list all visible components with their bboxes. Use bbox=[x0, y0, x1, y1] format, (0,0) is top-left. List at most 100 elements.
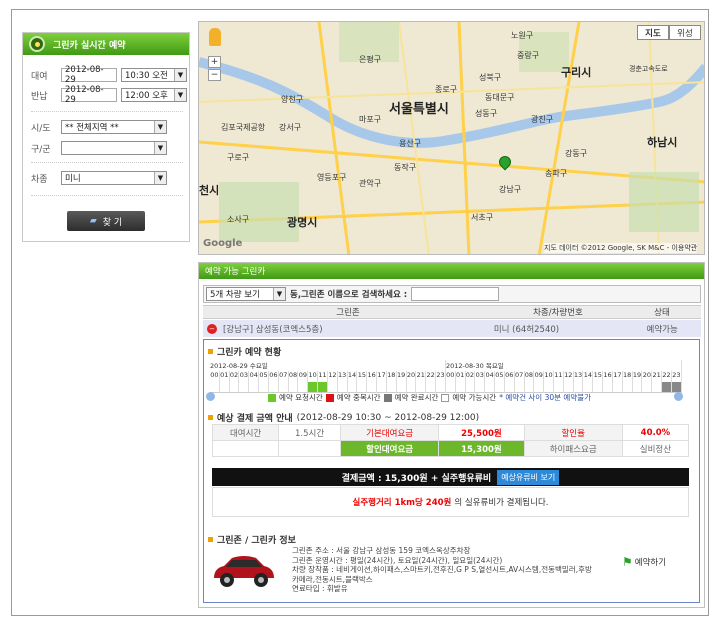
return-time-select[interactable]: 12:00 오후 ▼ bbox=[121, 88, 187, 102]
map-label-gimpo-airport: 김포국제공항 bbox=[221, 123, 266, 132]
map-label-sosa: 소사구 bbox=[227, 215, 250, 224]
timeline-hour: 17 bbox=[377, 371, 387, 382]
legend-request-swatch bbox=[268, 393, 276, 402]
bullet-icon bbox=[208, 349, 213, 354]
map-label-gwangjin: 광진구 bbox=[531, 115, 554, 124]
chevron-down-icon: ▼ bbox=[174, 89, 186, 101]
car-image bbox=[214, 556, 274, 587]
timeline-slot[interactable] bbox=[593, 382, 604, 393]
fuel-cost-button[interactable]: 예상유류비 보기 bbox=[497, 469, 560, 485]
timeline-slot[interactable] bbox=[652, 382, 663, 393]
timeline-slot[interactable] bbox=[622, 382, 633, 393]
timeline-hour: 17 bbox=[613, 371, 623, 382]
map-copyright[interactable]: 지도 데이터 ©2012 Google, SK M&C - 이용약관 bbox=[544, 243, 698, 253]
map-tab-map[interactable]: 지도 bbox=[637, 25, 669, 40]
timeline-hour: 08 bbox=[289, 371, 299, 382]
map-label-songpa: 송파구 bbox=[545, 169, 568, 178]
timeline-hour: 18 bbox=[623, 371, 633, 382]
timeline-slot[interactable] bbox=[662, 382, 672, 393]
panel-title: 그린카 실시간 예약 bbox=[53, 40, 126, 51]
status-title-text: 그린카 예약 현황 bbox=[217, 348, 282, 358]
timeline-slot[interactable] bbox=[219, 382, 230, 393]
rent-time-select[interactable]: 10:30 오전 ▼ bbox=[121, 68, 187, 82]
timeline-hour: 05 bbox=[495, 371, 505, 382]
map-view[interactable]: 지도 위성 + − 서울특별시 구리시 하남시 광명시 천시 은평구 중랑구 노… bbox=[198, 21, 705, 255]
timeline-slot[interactable] bbox=[612, 382, 623, 393]
map-label-seongbuk: 성북구 bbox=[479, 73, 502, 82]
zoom-in-button[interactable]: + bbox=[208, 56, 221, 68]
car-row: 차종 미니 ▼ bbox=[31, 171, 167, 185]
view-count-select[interactable]: 5개 차량 보기 ▼ bbox=[206, 287, 286, 301]
base-fee-label: 기본대여요금 bbox=[340, 424, 440, 441]
streetview-pegman-icon[interactable] bbox=[209, 28, 221, 46]
row-car: 미니 (64허2540) bbox=[493, 324, 560, 335]
timeline-hour: 21 bbox=[652, 371, 663, 382]
bullet-icon bbox=[208, 415, 213, 420]
zone-search-input[interactable] bbox=[411, 287, 500, 301]
total-text: 결제금액 : 15,300원 + 실주행유류비 bbox=[341, 473, 492, 484]
remove-icon[interactable]: − bbox=[207, 323, 217, 334]
chevron-down-icon: ▼ bbox=[154, 121, 166, 133]
timeline-hour: 20 bbox=[642, 371, 653, 382]
timeline-hour: 19 bbox=[633, 371, 643, 382]
timeline-hour: 10 bbox=[308, 371, 319, 382]
table-row[interactable]: − [강남구] 삼성동(코엑스5층) 미니 (64허2540) 예약가능 bbox=[203, 320, 701, 337]
timeline-hour: 02 bbox=[466, 371, 476, 382]
return-date-field[interactable]: 2012-08-29 bbox=[61, 85, 117, 105]
timeline-hour: 14 bbox=[583, 371, 594, 382]
timeline-hour: 04 bbox=[485, 371, 496, 382]
rent-time-label: 대여시간 bbox=[211, 424, 280, 441]
rent-time-value: 10:30 오전 bbox=[125, 71, 168, 81]
empty-cell bbox=[211, 440, 280, 457]
map-label-gwangmyeong: 광명시 bbox=[287, 216, 318, 229]
google-logo: Google bbox=[203, 238, 243, 249]
timeline-hour: 16 bbox=[603, 371, 613, 382]
divider bbox=[31, 195, 183, 196]
timeline-slot[interactable] bbox=[603, 382, 613, 393]
timeline-hour: 16 bbox=[367, 371, 378, 382]
timeline-hour: 20 bbox=[407, 371, 417, 382]
timeline-hour: 15 bbox=[357, 371, 368, 382]
search-label: 동,그린존 이름으로 검색하세요 : bbox=[290, 290, 408, 300]
reserve-button[interactable]: ⚑ 예약하기 bbox=[622, 555, 666, 569]
chevron-down-icon: ▼ bbox=[174, 69, 186, 81]
map-label-yongsan: 용산구 bbox=[399, 139, 422, 148]
legend-note: * 예약건 사이 30분 예약불가 bbox=[499, 393, 592, 402]
divider bbox=[31, 111, 183, 112]
legend-done-swatch bbox=[383, 393, 392, 402]
timeline-prev-icon[interactable] bbox=[206, 392, 215, 401]
timeline-hour: 00 bbox=[446, 371, 456, 382]
timeline-slot[interactable] bbox=[229, 382, 240, 393]
base-fee-value: 25,500원 bbox=[438, 424, 525, 441]
map-tab-satellite[interactable]: 위성 bbox=[669, 25, 701, 40]
search-button[interactable]: ▰ 찾 기 bbox=[67, 211, 145, 231]
city-select[interactable]: ** 전체지역 ** ▼ bbox=[61, 120, 167, 134]
timeline-hour: 15 bbox=[593, 371, 604, 382]
district-select[interactable]: ▼ bbox=[61, 141, 167, 155]
map-label-guro: 구로구 bbox=[227, 153, 250, 162]
car-select[interactable]: 미니 ▼ bbox=[61, 171, 167, 185]
timeline-slot[interactable] bbox=[249, 382, 260, 393]
timeline-hour: 10 bbox=[544, 371, 554, 382]
car-label: 차종 bbox=[31, 174, 48, 185]
legend-dup-swatch bbox=[325, 393, 334, 402]
rent-date-field[interactable]: 2012-08-29 bbox=[61, 65, 117, 85]
timeline-hour: 12 bbox=[328, 371, 338, 382]
zoom-out-button[interactable]: − bbox=[208, 69, 221, 81]
return-time-value: 12:00 오후 bbox=[125, 91, 168, 101]
timeline-hour: 22 bbox=[426, 371, 437, 382]
timeline-days: 2012-08-29 수요일 2012-08-30 목요일 bbox=[210, 360, 682, 371]
empty-cell bbox=[278, 440, 342, 457]
timeline-hour: 02 bbox=[230, 371, 240, 382]
timeline-slot[interactable] bbox=[632, 382, 643, 393]
zone-section-title: 그린존 / 그린카 정보 bbox=[208, 533, 296, 546]
map-label-seocho: 서초구 bbox=[471, 213, 494, 222]
timeline-next-icon[interactable] bbox=[674, 392, 683, 401]
reservation-panel-header: 그린카 실시간 예약 bbox=[23, 33, 189, 55]
available-cars-panel: 예약 가능 그린카 5개 차량 보기 ▼ 동,그린존 이름으로 검색하세요 : 그… bbox=[198, 262, 705, 608]
timeline-slot[interactable] bbox=[642, 382, 653, 393]
timeline-hour: 09 bbox=[298, 371, 309, 382]
map-label-road: 경춘고속도로 bbox=[629, 65, 668, 73]
district-label: 구/군 bbox=[31, 144, 51, 155]
timeline-slot[interactable] bbox=[239, 382, 250, 393]
